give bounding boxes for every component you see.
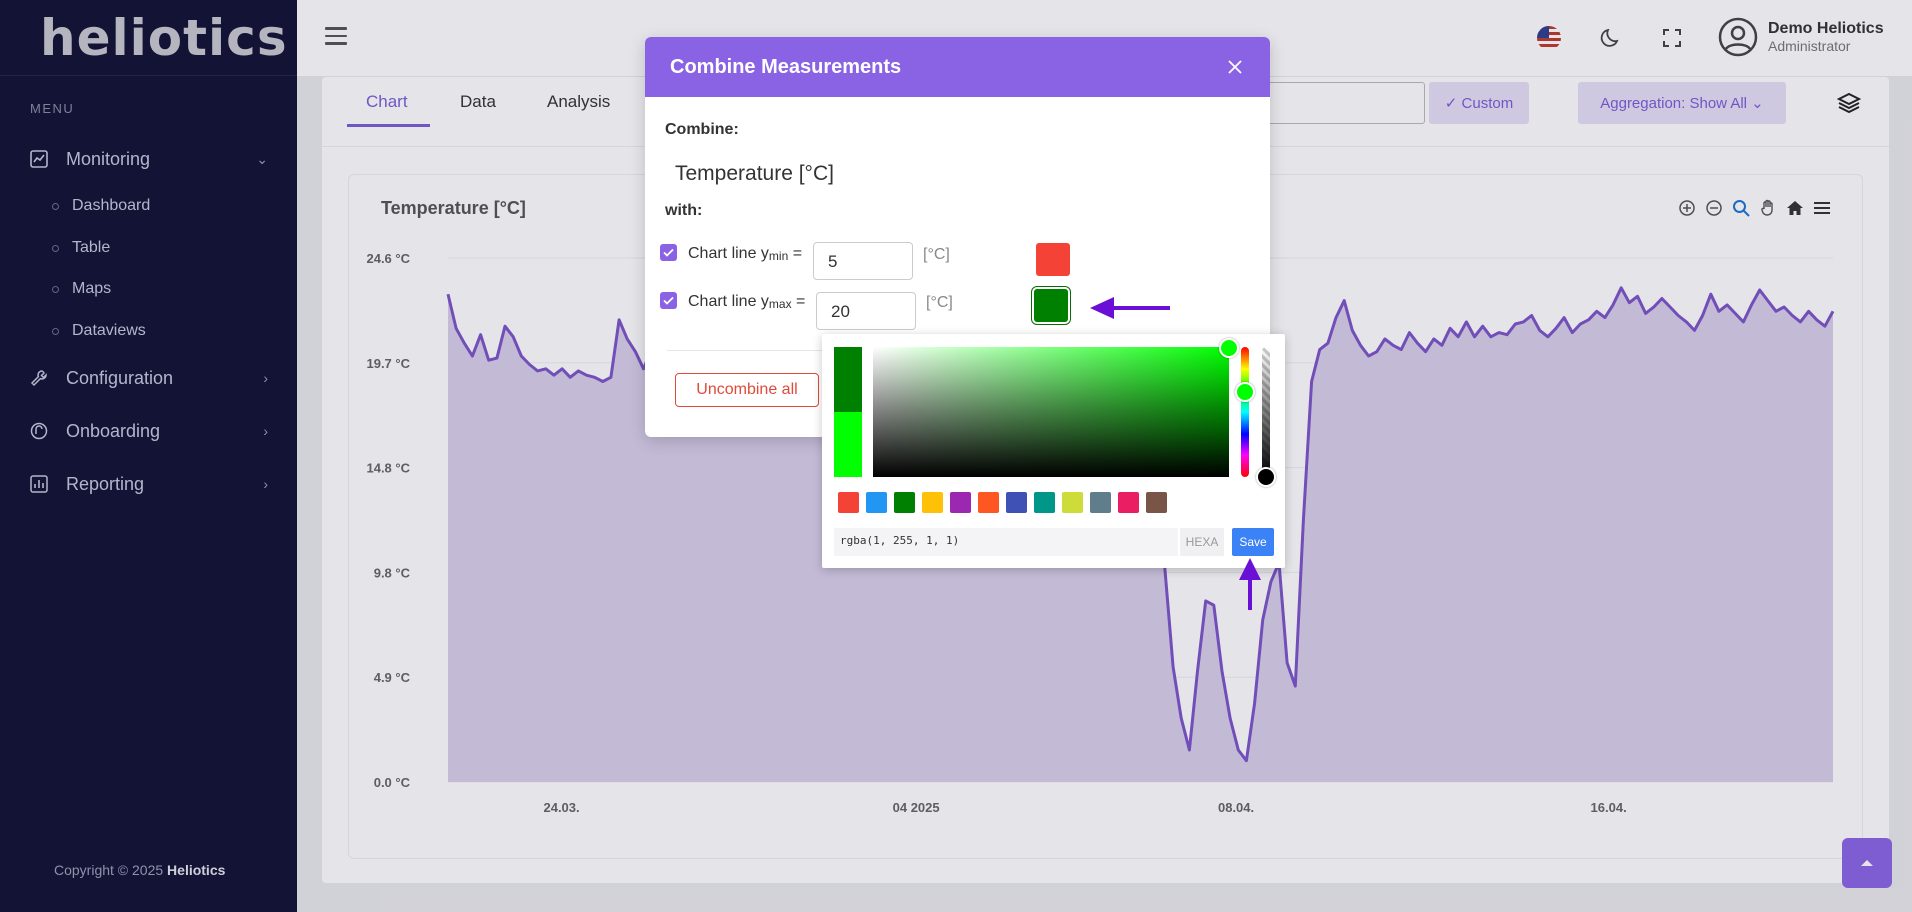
- preset-swatch-12[interactable]: [1146, 492, 1167, 513]
- combine-label: Combine:: [665, 121, 739, 138]
- opacity-slider-handle[interactable]: [1256, 467, 1276, 487]
- current-color: [834, 412, 862, 477]
- ymax-checkbox[interactable]: [660, 292, 677, 309]
- ymin-color-swatch[interactable]: [1036, 243, 1070, 276]
- preset-swatch-1[interactable]: [838, 492, 859, 513]
- modal-title: Combine Measurements: [670, 55, 902, 78]
- ymin-label: Chart line ymin =: [688, 245, 803, 263]
- preset-swatch-6[interactable]: [978, 492, 999, 513]
- annotation-arrow-up: [1239, 558, 1261, 610]
- ymin-input[interactable]: 5: [813, 242, 913, 280]
- hue-slider[interactable]: [1241, 347, 1249, 477]
- preset-swatch-8[interactable]: [1034, 492, 1055, 513]
- preset-swatch-10[interactable]: [1090, 492, 1111, 513]
- ymin-checkbox[interactable]: [660, 244, 677, 261]
- check-icon: [663, 296, 674, 305]
- saturation-value-palette[interactable]: [873, 347, 1229, 477]
- preset-swatches: [838, 492, 1167, 513]
- preset-swatch-5[interactable]: [950, 492, 971, 513]
- close-icon[interactable]: [1225, 57, 1245, 77]
- preset-swatch-3[interactable]: [894, 492, 915, 513]
- hue-slider-handle[interactable]: [1235, 382, 1255, 402]
- preset-swatch-7[interactable]: [1006, 492, 1027, 513]
- measurement-name: Temperature [°C]: [675, 162, 834, 185]
- opacity-slider[interactable]: [1262, 347, 1270, 477]
- save-button[interactable]: Save: [1232, 528, 1274, 556]
- preset-swatch-2[interactable]: [866, 492, 887, 513]
- color-preview: [834, 347, 862, 477]
- hexa-toggle-button[interactable]: HEXA: [1180, 528, 1224, 556]
- preset-swatch-11[interactable]: [1118, 492, 1139, 513]
- ymax-color-swatch[interactable]: [1034, 289, 1068, 322]
- annotation-arrow-left: [1090, 297, 1170, 319]
- check-icon: [663, 248, 674, 257]
- ymax-input[interactable]: 20: [816, 292, 916, 330]
- color-picker: rgba(1, 255, 1, 1) HEXA Save: [822, 334, 1285, 568]
- modal-header: Combine Measurements: [645, 37, 1270, 97]
- ymax-unit: [°C]: [926, 294, 953, 311]
- with-label: with:: [665, 202, 703, 219]
- previous-color[interactable]: [834, 347, 862, 412]
- ymax-label: Chart line ymax =: [688, 293, 806, 311]
- color-value-input[interactable]: rgba(1, 255, 1, 1): [834, 528, 1178, 556]
- preset-swatch-9[interactable]: [1062, 492, 1083, 513]
- palette-handle[interactable]: [1219, 338, 1239, 358]
- uncombine-all-button[interactable]: Uncombine all: [675, 373, 819, 407]
- ymin-unit: [°C]: [923, 246, 950, 263]
- preset-swatch-4[interactable]: [922, 492, 943, 513]
